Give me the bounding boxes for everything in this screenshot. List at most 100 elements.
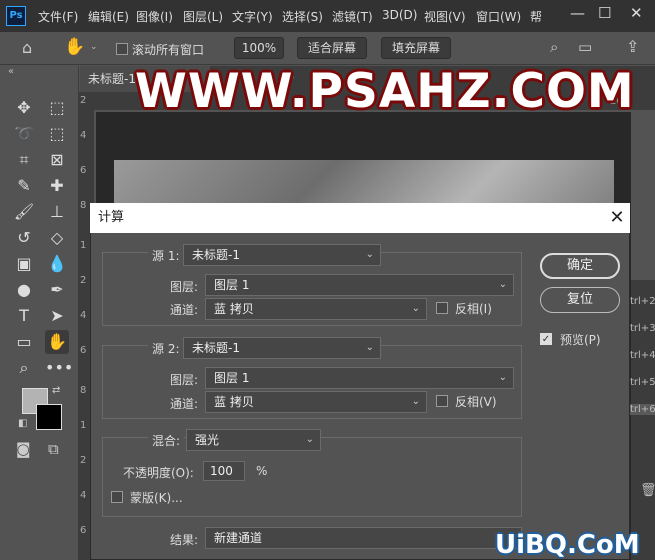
source1-layer-select[interactable]: 图层 1 ⌄ xyxy=(205,274,514,296)
source1-invert-label: 反相(I) xyxy=(455,302,492,316)
source2-select[interactable]: 未标题-1 ⌄ xyxy=(183,337,381,359)
stamp-tool-icon[interactable]: ⊥ xyxy=(45,200,69,224)
hand-tool-active-icon[interactable]: ✋ xyxy=(45,330,69,354)
source1-channel-value: 蓝 拷贝 xyxy=(214,302,254,316)
eraser-tool-icon[interactable]: ◇ xyxy=(45,226,69,250)
reset-button[interactable]: 复位 xyxy=(540,287,620,313)
pen-tool-icon[interactable]: ✒ xyxy=(45,278,69,302)
menu-file[interactable]: 文件(F) xyxy=(38,8,78,25)
shortcut-label: trl+2 xyxy=(630,296,655,307)
ok-button[interactable]: 确定 xyxy=(540,253,620,279)
zoom-tool-icon[interactable]: ⌕ xyxy=(12,356,36,380)
source1-layer-value: 图层 1 xyxy=(214,278,250,292)
preview-checkbox[interactable]: ✓ xyxy=(540,333,552,345)
collapse-icon[interactable]: « xyxy=(8,66,14,77)
ruler-mark: 1 xyxy=(80,420,87,431)
zoom-100-button[interactable]: 100% xyxy=(234,37,284,59)
shortcut-label: trl+3 xyxy=(630,323,655,334)
ruler-mark: 4 xyxy=(80,130,87,141)
menu-image[interactable]: 图像(I) xyxy=(136,8,173,25)
lasso-tool-icon[interactable]: ➰ xyxy=(12,122,36,146)
gradient-tool-icon[interactable]: ▣ xyxy=(12,252,36,276)
ruler-mark: 6 xyxy=(80,165,87,176)
watermark-uibq: UiBQ.CoM xyxy=(495,530,640,560)
crop-tool-icon[interactable]: ⌗ xyxy=(12,148,36,172)
ruler-mark: 2 xyxy=(80,275,87,286)
dialog-close-icon[interactable]: ✕ xyxy=(605,206,629,230)
menu-filter[interactable]: 滤镜(T) xyxy=(332,8,373,25)
source2-layer-value: 图层 1 xyxy=(214,371,250,385)
move-tool-icon[interactable]: ✥ xyxy=(12,96,36,120)
dodge-tool-icon[interactable]: ● xyxy=(12,278,36,302)
shortcut-label: trl+5 xyxy=(630,377,655,388)
eyedropper-tool-icon[interactable]: ✎ xyxy=(12,174,36,198)
source1-select[interactable]: 未标题-1 ⌄ xyxy=(183,244,381,266)
result-value: 新建通道 xyxy=(214,531,263,545)
screen-mode-icon[interactable]: ⧉ xyxy=(48,440,59,458)
share-icon[interactable]: ⇪ xyxy=(626,37,639,56)
window-close-icon[interactable]: ✕ xyxy=(630,4,643,22)
menu-type[interactable]: 文字(Y) xyxy=(232,8,273,25)
chevron-down-icon: ⌄ xyxy=(498,279,507,290)
marquee-tool-icon[interactable]: ⬚ xyxy=(45,96,69,120)
ruler-mark: 2 xyxy=(80,455,87,466)
source2-layer-select[interactable]: 图层 1 ⌄ xyxy=(205,367,514,389)
result-select[interactable]: 新建通道 xyxy=(205,527,522,549)
path-select-tool-icon[interactable]: ➤ xyxy=(45,304,69,328)
rectangle-tool-icon[interactable]: ▭ xyxy=(12,330,36,354)
home-icon[interactable]: ⌂ xyxy=(22,38,32,57)
menu-help[interactable]: 帮 xyxy=(530,8,542,25)
mask-checkbox[interactable] xyxy=(111,491,123,503)
type-tool-icon[interactable]: T xyxy=(12,304,36,328)
trash-icon[interactable]: 🗑 xyxy=(640,483,655,498)
healing-tool-icon[interactable]: ✚ xyxy=(45,174,69,198)
ruler-mark: 8 xyxy=(80,200,87,211)
background-color-swatch[interactable] xyxy=(36,404,62,430)
frame-tool-icon[interactable]: ⊠ xyxy=(45,148,69,172)
more-tools-icon[interactable]: ••• xyxy=(45,356,73,380)
hand-tool-icon[interactable]: ✋ xyxy=(64,37,85,57)
fill-screen-button[interactable]: 填充屏幕 xyxy=(381,37,451,59)
ruler-mark: 8 xyxy=(80,385,87,396)
photoshop-logo: Ps xyxy=(6,6,26,26)
menu-select[interactable]: 选择(S) xyxy=(282,8,323,25)
chevron-down-icon[interactable]: ⌄ xyxy=(90,42,98,52)
workspace-icon[interactable]: ▭ xyxy=(578,38,592,56)
swap-colors-icon[interactable]: ⇄ xyxy=(52,385,60,396)
scroll-all-windows-checkbox[interactable] xyxy=(116,43,128,55)
blend-label: 混合: xyxy=(148,432,185,449)
chevron-down-icon: ⌄ xyxy=(365,249,374,260)
menu-layer[interactable]: 图层(L) xyxy=(183,8,223,25)
menu-view[interactable]: 视图(V) xyxy=(424,8,466,25)
menu-edit[interactable]: 编辑(E) xyxy=(88,8,129,25)
quick-mask-icon[interactable]: ◙ xyxy=(16,440,31,458)
source2-channel-select[interactable]: 蓝 拷贝 ⌄ xyxy=(205,391,427,413)
ruler-mark: 1 xyxy=(80,240,87,251)
fit-screen-button[interactable]: 适合屏幕 xyxy=(297,37,367,59)
source1-channel-select[interactable]: 蓝 拷贝 ⌄ xyxy=(205,298,427,320)
blend-mode-select[interactable]: 强光 ⌄ xyxy=(186,429,321,451)
menu-window[interactable]: 窗口(W) xyxy=(476,8,521,25)
opacity-percent: % xyxy=(256,464,268,478)
minimize-icon[interactable]: — xyxy=(570,4,585,22)
mask-label: 蒙版(K)... xyxy=(130,491,183,505)
source1-invert-checkbox[interactable] xyxy=(436,302,448,314)
brush-tool-icon[interactable]: 🖌 xyxy=(12,200,36,224)
source1-layer-label: 图层: xyxy=(170,280,199,294)
object-select-tool-icon[interactable]: ⬚ xyxy=(45,122,69,146)
chevron-down-icon: ⌄ xyxy=(305,434,314,445)
default-colors-icon[interactable]: ◧ xyxy=(18,418,27,429)
source1-channel-label: 通道: xyxy=(170,303,199,317)
source2-invert-checkbox[interactable] xyxy=(436,395,448,407)
ruler-mark: 6 xyxy=(80,525,87,536)
source1-label: 源 1: xyxy=(148,247,184,264)
maximize-icon[interactable]: ☐ xyxy=(598,4,611,22)
result-label: 结果: xyxy=(170,533,199,547)
search-icon[interactable]: ⌕ xyxy=(550,38,558,56)
history-brush-icon[interactable]: ↺ xyxy=(12,226,36,250)
dialog-title: 计算 xyxy=(90,203,630,233)
blur-tool-icon[interactable]: 💧 xyxy=(45,252,69,276)
menu-3d[interactable]: 3D(D) xyxy=(382,8,417,22)
opacity-input[interactable]: 100 xyxy=(203,461,245,481)
source2-channel-value: 蓝 拷贝 xyxy=(214,395,254,409)
